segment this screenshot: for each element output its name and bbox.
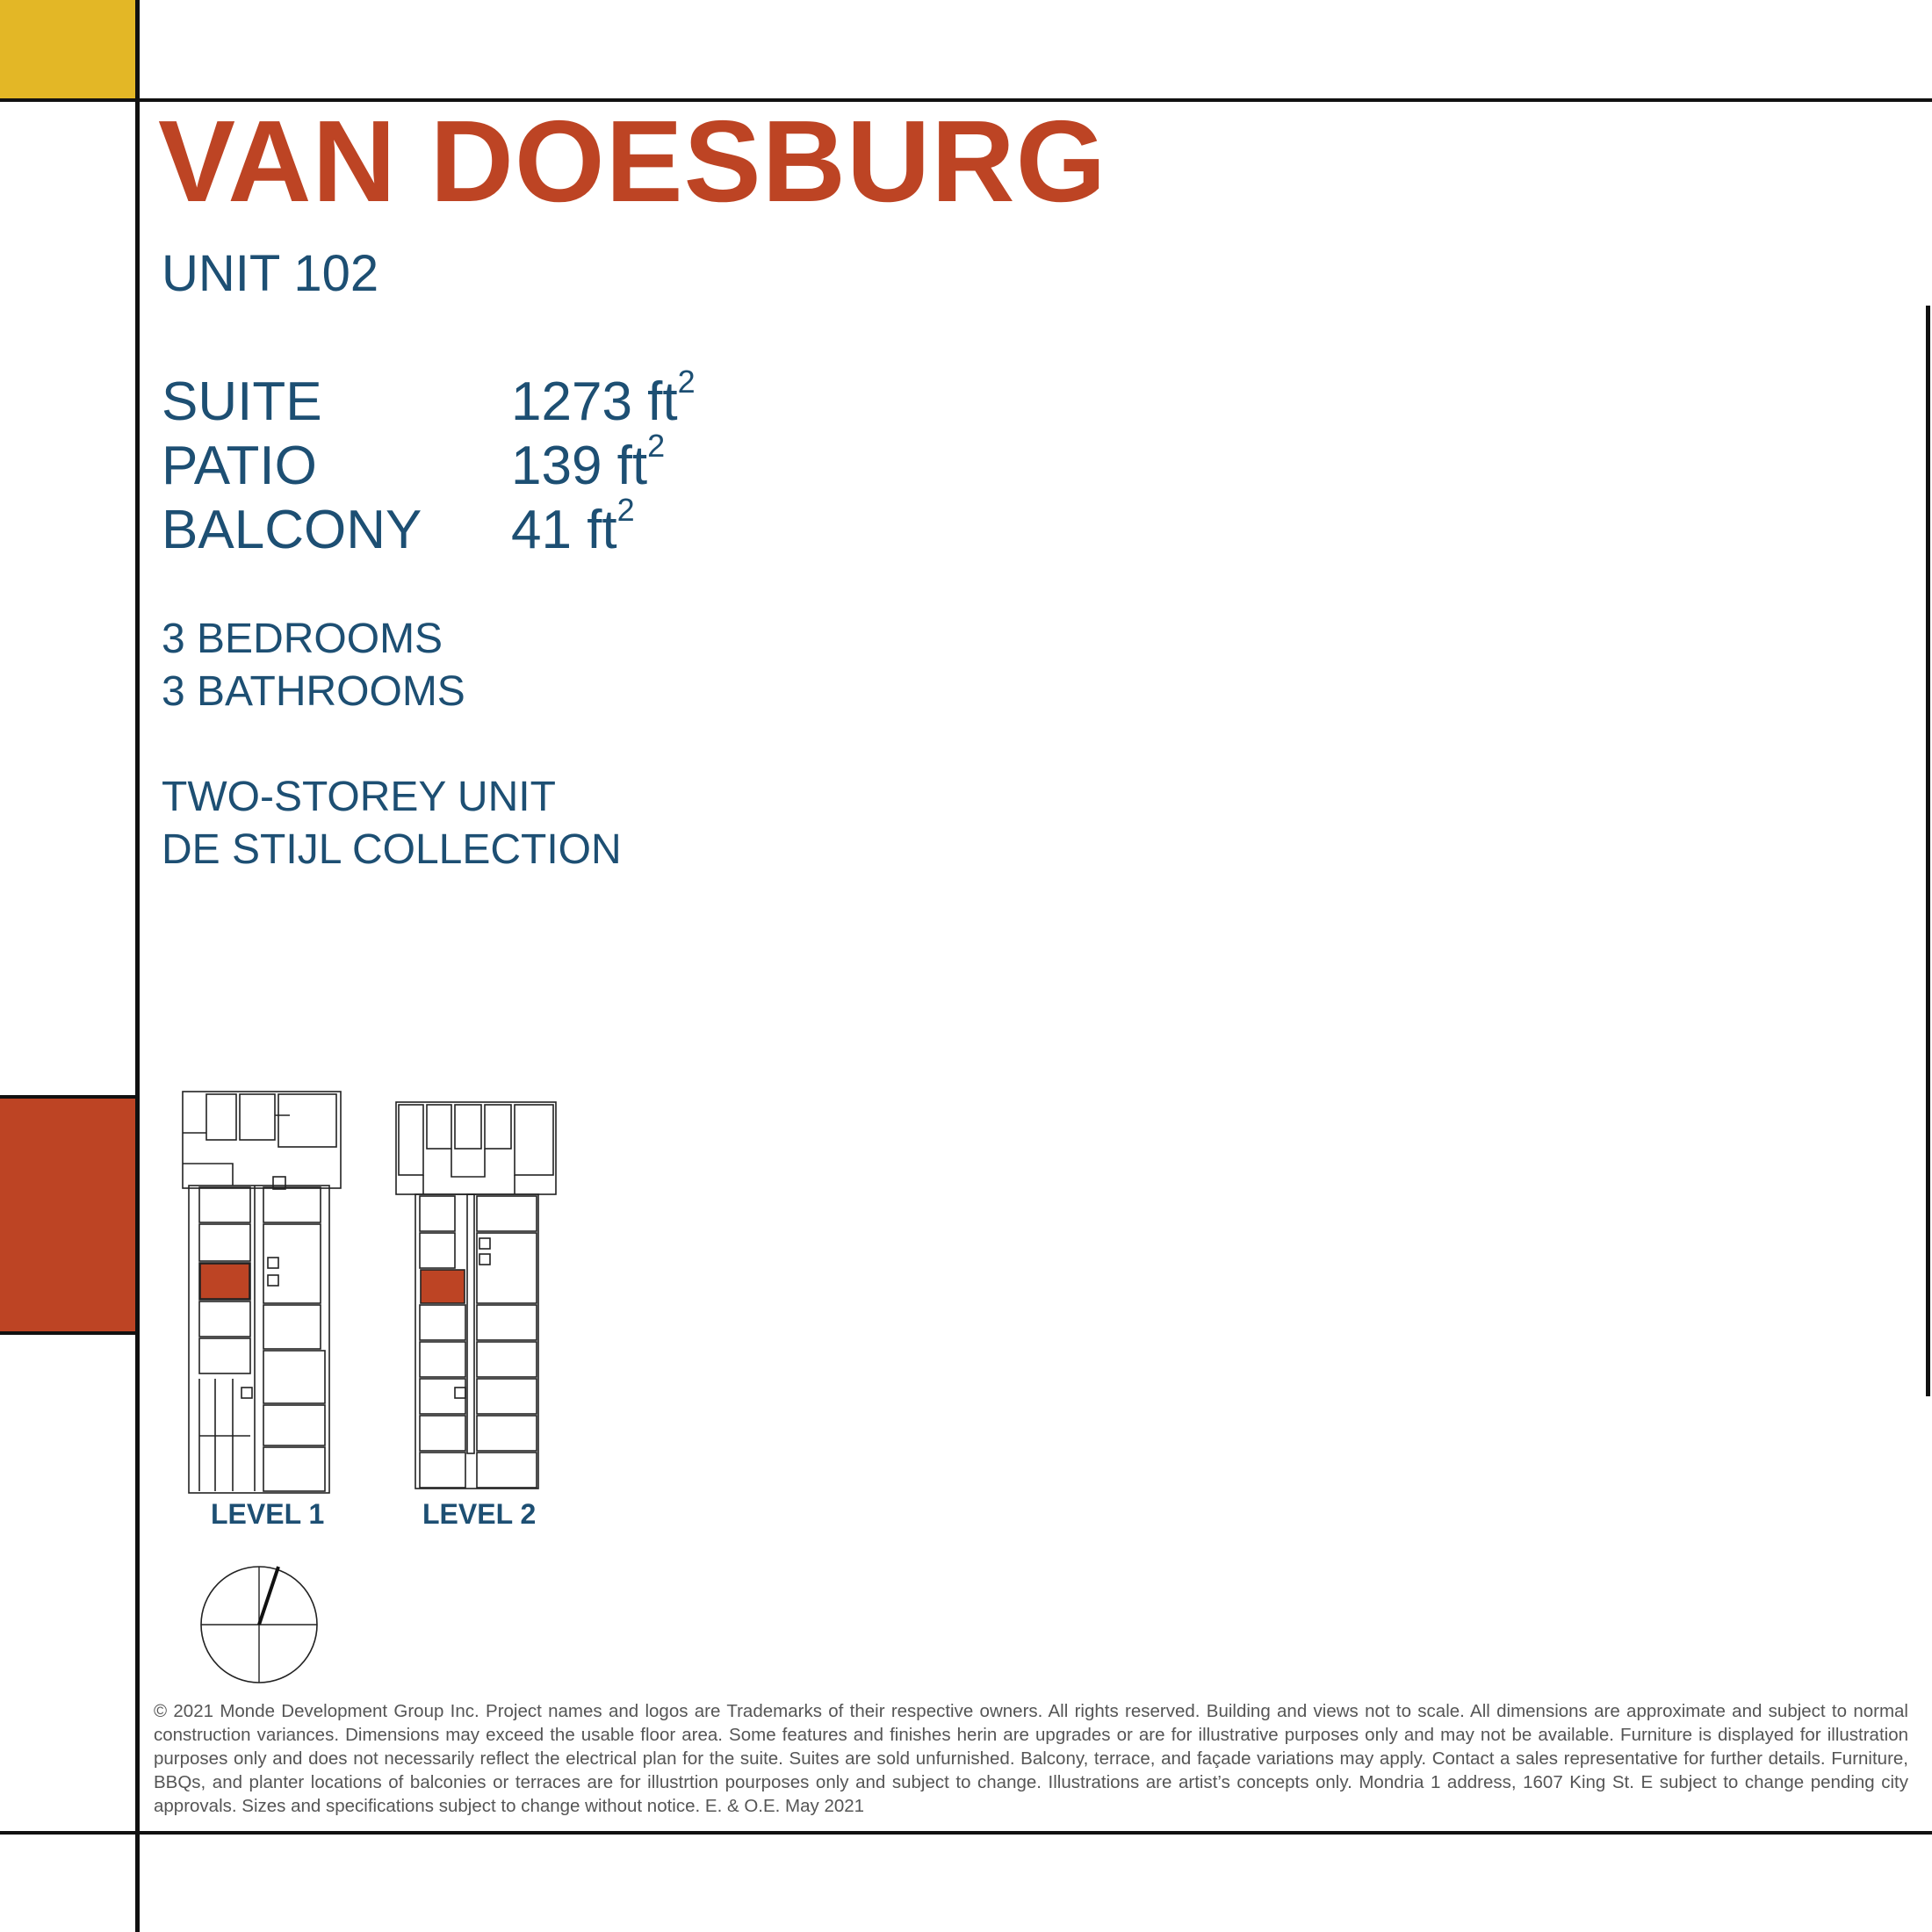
red-color-block xyxy=(0,1099,135,1331)
legal-disclaimer: © 2021 Monde Development Group Inc. Proj… xyxy=(154,1701,1908,1816)
spec-label: PATIO xyxy=(162,436,317,496)
collection-name: DE STIJL COLLECTION xyxy=(162,826,622,873)
bedrooms-count: 3 BEDROOMS xyxy=(162,616,443,662)
bathrooms-count: 3 BATHROOMS xyxy=(162,668,465,715)
right-vertical-rule xyxy=(1926,306,1930,1396)
red-block-top-rule xyxy=(0,1095,137,1099)
level-1-label: LEVEL 1 xyxy=(211,1498,325,1530)
red-block-bottom-rule xyxy=(0,1331,137,1335)
north-arrow-icon xyxy=(200,1566,318,1683)
unit-type: TWO-STOREY UNIT xyxy=(162,774,556,820)
page-title: VAN DOESBURG xyxy=(158,97,1107,226)
level-2-key-plan xyxy=(395,1101,557,1489)
spec-value: 41 ft2 xyxy=(511,492,635,560)
unit-102-highlight-level-1 xyxy=(199,1263,250,1300)
level-1-key-plan xyxy=(182,1091,342,1494)
yellow-color-block xyxy=(0,0,135,98)
level-2-label: LEVEL 2 xyxy=(422,1498,537,1530)
left-vertical-rule xyxy=(135,0,140,1932)
spec-label: BALCONY xyxy=(162,500,422,560)
spec-value: 139 ft2 xyxy=(511,428,666,496)
bottom-horizontal-rule xyxy=(0,1831,1932,1835)
spec-value: 1273 ft2 xyxy=(511,364,696,432)
unit-102-highlight-level-2 xyxy=(420,1269,465,1304)
spec-label: SUITE xyxy=(162,371,322,432)
unit-number: UNIT 102 xyxy=(162,245,379,302)
